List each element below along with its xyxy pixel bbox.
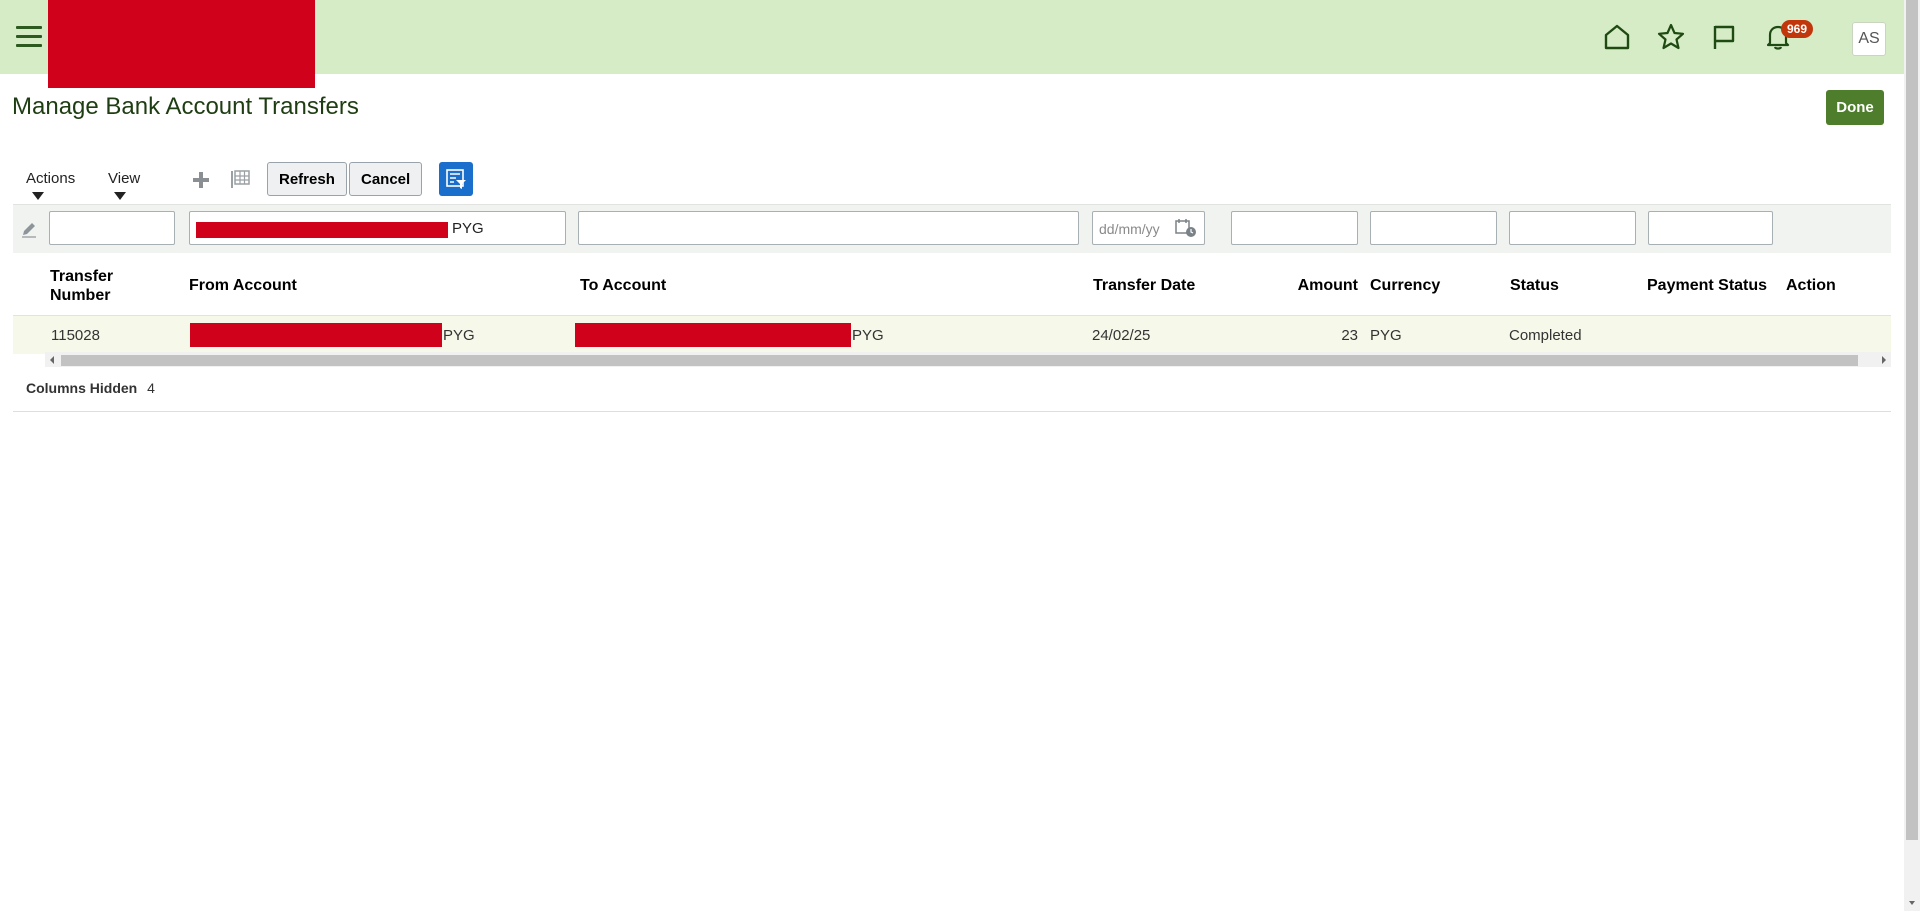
freeze-icon[interactable] bbox=[229, 168, 251, 190]
refresh-button[interactable]: Refresh bbox=[267, 162, 347, 196]
actions-menu[interactable]: Actions bbox=[26, 170, 75, 204]
hamburger-icon[interactable] bbox=[16, 26, 42, 48]
plus-icon[interactable] bbox=[191, 170, 211, 190]
star-icon[interactable] bbox=[1656, 22, 1686, 52]
scroll-down-icon[interactable] bbox=[1908, 899, 1916, 907]
cell-from-account-redacted bbox=[190, 323, 442, 347]
query-by-example-button[interactable] bbox=[439, 162, 473, 196]
cell-to-account-suffix: PYG bbox=[852, 327, 884, 344]
currency-filter[interactable] bbox=[1370, 211, 1497, 245]
header-payment-status[interactable]: Payment Status bbox=[1647, 277, 1767, 295]
cell-transfer-number: 115028 bbox=[51, 327, 100, 344]
header-amount[interactable]: Amount bbox=[1218, 277, 1358, 295]
horizontal-scrollbar[interactable] bbox=[45, 352, 1891, 367]
header-transfer-date[interactable]: Transfer Date bbox=[1093, 277, 1195, 295]
scroll-left-icon[interactable] bbox=[48, 355, 56, 365]
header-transfer-number-line2: Number bbox=[50, 287, 111, 304]
notification-badge: 969 bbox=[1781, 20, 1814, 38]
flag-icon[interactable] bbox=[1709, 22, 1739, 52]
cell-status: Completed bbox=[1509, 327, 1582, 344]
from-account-filter[interactable]: PYG bbox=[189, 211, 566, 245]
chevron-down-icon bbox=[32, 192, 44, 201]
transfer-number-filter[interactable] bbox=[49, 211, 175, 245]
header-action[interactable]: Action bbox=[1786, 277, 1836, 295]
horizontal-scroll-thumb[interactable] bbox=[61, 355, 1858, 366]
columns-hidden-status: Columns Hidden 4 bbox=[26, 380, 155, 396]
view-menu-label: View bbox=[108, 170, 141, 187]
amount-filter[interactable] bbox=[1231, 211, 1358, 245]
filter-row: PYG dd/mm/yy bbox=[13, 204, 1891, 254]
header-currency[interactable]: Currency bbox=[1370, 277, 1440, 295]
chevron-down-icon bbox=[114, 192, 126, 201]
user-avatar[interactable]: AS bbox=[1852, 22, 1886, 56]
table-row[interactable]: 115028 PYG PYG 24/02/25 23 PYG Completed bbox=[13, 316, 1891, 354]
page-title: Manage Bank Account Transfers bbox=[12, 93, 359, 120]
payment-status-filter[interactable] bbox=[1648, 211, 1773, 245]
transfer-date-filter[interactable]: dd/mm/yy bbox=[1092, 211, 1205, 245]
header-transfer-number-line1: Transfer bbox=[50, 268, 114, 285]
columns-hidden-label: Columns Hidden bbox=[26, 380, 138, 396]
actions-menu-label: Actions bbox=[26, 170, 76, 187]
table-header: Transfer Number From Account To Account … bbox=[13, 253, 1891, 316]
header-status[interactable]: Status bbox=[1510, 277, 1559, 295]
logo-redacted bbox=[48, 0, 315, 88]
pencil-icon bbox=[22, 223, 36, 238]
cell-amount: 23 bbox=[1341, 327, 1358, 344]
from-account-filter-suffix: PYG bbox=[452, 220, 484, 237]
top-bar: 969 AS bbox=[0, 0, 1904, 88]
view-menu[interactable]: View bbox=[108, 170, 140, 204]
divider bbox=[13, 411, 1891, 412]
cell-currency: PYG bbox=[1370, 327, 1402, 344]
calendar-icon[interactable] bbox=[1175, 218, 1197, 238]
query-by-example-icon bbox=[446, 169, 466, 189]
home-icon[interactable] bbox=[1602, 22, 1632, 52]
done-button[interactable]: Done bbox=[1826, 90, 1884, 125]
header-to-account[interactable]: To Account bbox=[580, 277, 666, 295]
redacted-value bbox=[196, 222, 448, 238]
header-transfer-number[interactable]: Transfer Number bbox=[50, 267, 113, 305]
transfer-date-placeholder: dd/mm/yy bbox=[1099, 221, 1160, 237]
cell-from-account-suffix: PYG bbox=[443, 327, 475, 344]
cell-transfer-date: 24/02/25 bbox=[1092, 327, 1151, 344]
scroll-right-icon[interactable] bbox=[1880, 355, 1888, 365]
cancel-button[interactable]: Cancel bbox=[349, 162, 423, 196]
to-account-filter[interactable] bbox=[578, 211, 1079, 245]
cell-to-account-redacted bbox=[575, 323, 851, 347]
vertical-scroll-thumb[interactable] bbox=[1906, 0, 1918, 840]
header-from-account[interactable]: From Account bbox=[189, 277, 297, 295]
columns-hidden-count: 4 bbox=[147, 380, 155, 396]
vertical-scrollbar[interactable] bbox=[1904, 0, 1920, 911]
status-filter[interactable] bbox=[1509, 211, 1636, 245]
